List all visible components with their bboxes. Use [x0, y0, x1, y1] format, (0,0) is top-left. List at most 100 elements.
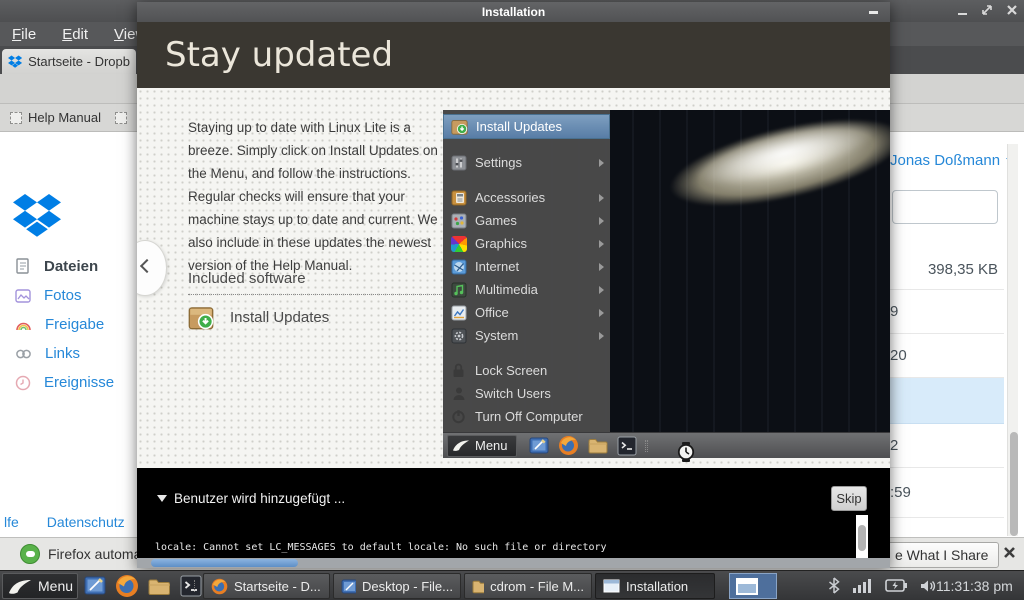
photos-icon [15, 288, 31, 304]
sidebar-label: Fotos [44, 287, 82, 304]
terminal-launcher-icon[interactable] [180, 575, 202, 597]
menu-item-install-updates[interactable]: Install Updates [443, 114, 610, 139]
app-menu-panel: Install Updates Settings Accessories Gam… [443, 110, 610, 432]
share-settings-button[interactable]: e What I Share [884, 542, 999, 568]
submenu-arrow-icon [599, 159, 604, 167]
skip-label: Skip [836, 491, 861, 506]
submenu-arrow-icon [599, 263, 604, 271]
bluetooth-icon[interactable] [828, 577, 840, 594]
firefox-launcher-icon[interactable] [115, 574, 139, 598]
display-settings-launcher-icon[interactable] [84, 575, 106, 597]
menu-screenshot: Install Updates Settings Accessories Gam… [443, 110, 890, 458]
menu-item-turn-off[interactable]: Turn Off Computer [443, 405, 610, 428]
window-close-icon[interactable] [1006, 4, 1018, 16]
submenu-arrow-icon [599, 286, 604, 294]
menu-item-internet[interactable]: Internet [443, 255, 610, 278]
file-row[interactable]: 9 [890, 290, 1004, 334]
page-scrollbar[interactable] [1007, 144, 1018, 536]
log-scrollbar-thumb[interactable] [858, 525, 866, 551]
sidebar-item-fotos[interactable]: Fotos [15, 281, 135, 310]
files-icon [15, 258, 31, 275]
firefox-task-icon [211, 578, 228, 595]
sidebar-label: Dateien [44, 258, 98, 275]
folder-icon [588, 437, 608, 454]
task-installation[interactable]: Installation [595, 573, 715, 599]
sidebar-item-ereignisse[interactable]: Ereignisse [15, 368, 135, 397]
footer-link-hilfe[interactable]: lfe [4, 514, 19, 530]
menu-item-multimedia[interactable]: Multimedia [443, 278, 610, 301]
dropbox-favicon [8, 55, 22, 69]
page-input[interactable] [892, 190, 998, 224]
menu-item-graphics[interactable]: Graphics [443, 232, 610, 255]
collapse-arrow-icon[interactable] [157, 495, 167, 502]
sidebar-label: Links [45, 345, 80, 362]
chevron-left-icon [140, 259, 154, 273]
scrollbar-thumb[interactable] [1010, 432, 1018, 536]
busy-clock-cursor [676, 442, 696, 462]
menu-edit[interactable]: Edit [62, 26, 88, 43]
switch-users-icon [452, 386, 466, 401]
taskbar-menu-button[interactable]: Menu [2, 573, 78, 599]
menu-item-lock-screen[interactable]: Lock Screen [443, 359, 610, 382]
menu-item-switch-users[interactable]: Switch Users [443, 382, 610, 405]
installer-status-row[interactable]: Benutzer wird hinzugefügt ... [157, 491, 345, 506]
menu-item-accessories[interactable]: Accessories [443, 186, 610, 209]
submenu-arrow-icon [599, 217, 604, 225]
browser-tab[interactable]: Startseite - Dropb [2, 49, 136, 74]
footer-link-datenschutz[interactable]: Datenschutz [47, 514, 125, 530]
window-maximize-icon[interactable] [981, 4, 993, 16]
taskbar-clock[interactable]: 11:31:38 pm [936, 578, 1013, 594]
file-size: 398,35 KB [928, 261, 998, 278]
workspace-pager[interactable] [729, 573, 777, 599]
linux-lite-feather-icon [452, 439, 470, 452]
menu-item-label: Turn Off Computer [475, 409, 583, 424]
folder-task-icon [472, 579, 484, 594]
window-minimize-icon[interactable] [957, 5, 968, 16]
file-row[interactable]: 398,35 KB [890, 250, 1004, 290]
rainbow-icon [15, 317, 32, 333]
install-progress-bar [137, 558, 890, 568]
file-row[interactable]: 20 [890, 334, 1004, 378]
file-row-selected[interactable] [890, 378, 1004, 424]
installer-titlebar[interactable]: Installation [137, 2, 890, 22]
menu-item-office[interactable]: Office [443, 301, 610, 324]
file-meta: 9 [890, 303, 898, 320]
file-meta: :59 [890, 484, 911, 501]
menu-item-settings[interactable]: Settings [443, 151, 610, 174]
power-icon [451, 409, 466, 424]
sidebar-item-dateien[interactable]: Dateien [15, 252, 135, 281]
task-startseite[interactable]: Startseite - D... [203, 573, 330, 599]
menu-item-games[interactable]: Games [443, 209, 610, 232]
system-tray [828, 577, 938, 594]
taskbar: Menu Startseite - D... Desktop - File...… [0, 570, 1024, 600]
display-settings-icon [529, 436, 549, 456]
menu-button-label: Menu [475, 438, 508, 453]
log-scrollbar[interactable] [856, 515, 868, 558]
task-label: Startseite - D... [234, 579, 321, 594]
file-row[interactable]: 2 [890, 424, 1004, 468]
terminal-icon [617, 436, 637, 456]
task-label: cdrom - File M... [490, 579, 584, 594]
sidebar-item-freigabe[interactable]: Freigabe [15, 310, 135, 339]
sidebar-item-links[interactable]: Links [15, 339, 135, 368]
bookmark-help-manual[interactable]: Help Manual [10, 110, 101, 125]
submenu-arrow-icon [599, 332, 604, 340]
bookmark-default-icon [115, 112, 127, 124]
file-row[interactable]: :59 [890, 468, 1004, 518]
minimize-icon[interactable] [869, 11, 878, 14]
submenu-arrow-icon [599, 194, 604, 202]
task-cdrom[interactable]: cdrom - File M... [464, 573, 592, 599]
dropbox-logo [13, 194, 61, 238]
battery-icon[interactable] [885, 579, 907, 592]
skip-button[interactable]: Skip [831, 486, 867, 511]
bookmark-item[interactable] [115, 112, 127, 124]
folder-launcher-icon[interactable] [148, 577, 171, 596]
menu-item-system[interactable]: System [443, 324, 610, 347]
menu-file[interactable]: File [12, 26, 36, 43]
notification-close-icon[interactable] [1002, 545, 1017, 560]
task-desktop[interactable]: Desktop - File... [333, 573, 461, 599]
account-menu[interactable]: Jonas Doßmann [890, 152, 1010, 169]
previous-slide-button[interactable] [137, 240, 167, 296]
network-signal-icon[interactable] [853, 578, 872, 593]
screenshot-taskbar: Menu [443, 432, 890, 458]
